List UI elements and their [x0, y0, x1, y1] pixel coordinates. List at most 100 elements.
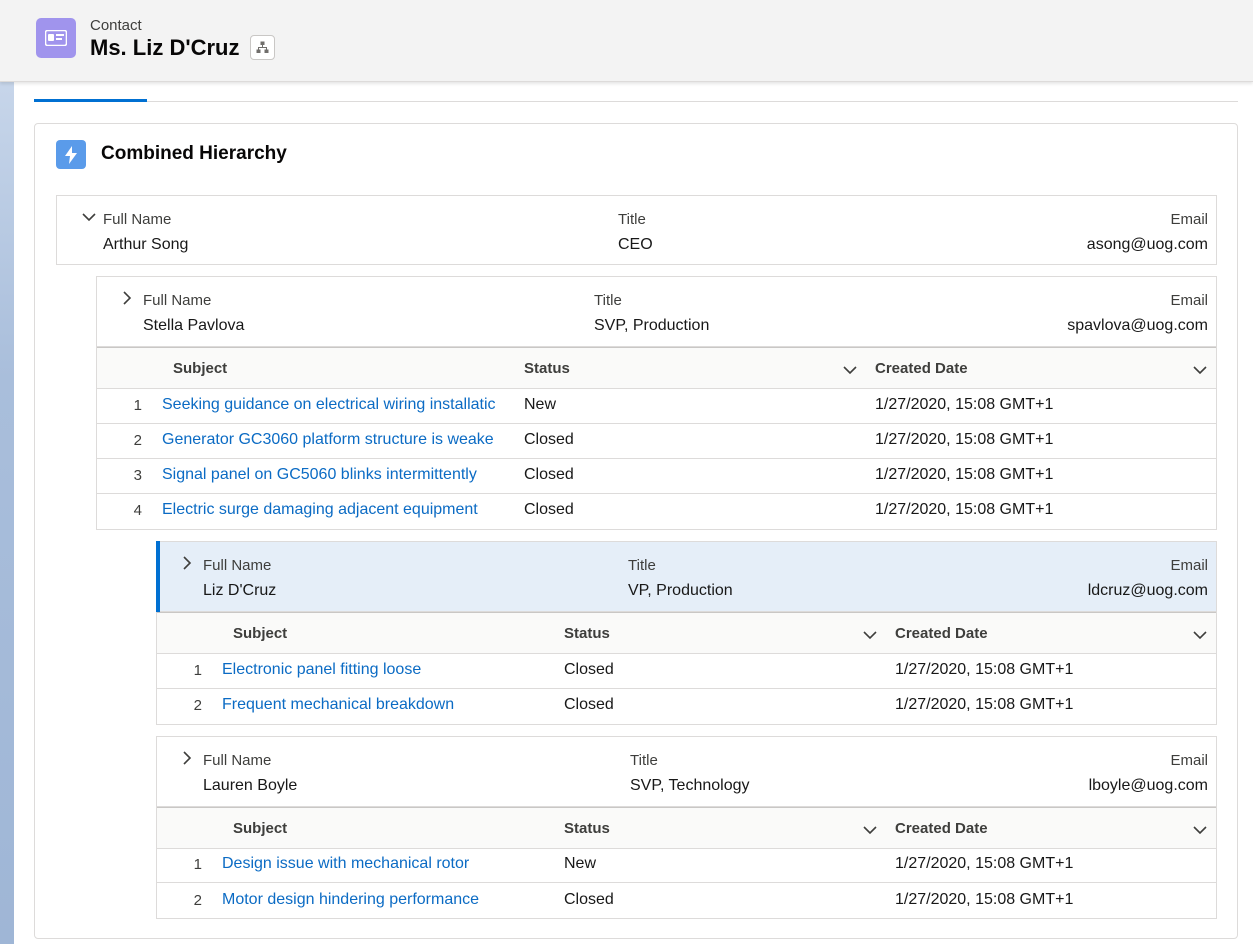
row-number: 1	[193, 662, 202, 679]
case-status: Closed	[524, 466, 574, 483]
table-row: 2 Frequent mechanical breakdown Closed 1…	[157, 689, 1216, 724]
row-number: 4	[133, 502, 142, 519]
lightning-icon	[56, 140, 86, 169]
hierarchy-icon	[256, 41, 269, 53]
chevron-down-icon[interactable]	[81, 209, 97, 225]
contact-card-icon	[36, 18, 76, 58]
email-label: Email	[1170, 557, 1208, 574]
email-label: Email	[1170, 752, 1208, 769]
full-name-value: Stella Pavlova	[143, 317, 245, 334]
hierarchy-node-liz-dcruz[interactable]: Full Name Liz D'Cruz Title VP, Productio…	[156, 541, 1217, 612]
case-created-date: 1/27/2020, 15:08 GMT+1	[875, 431, 1054, 448]
email-value: asong@uog.com	[1086, 236, 1208, 253]
case-created-date: 1/27/2020, 15:08 GMT+1	[875, 396, 1054, 413]
background-strip	[0, 0, 14, 944]
hierarchy-node-lauren-boyle[interactable]: Full Name Lauren Boyle Title SVP, Techno…	[156, 736, 1217, 807]
record-name: Ms. Liz D'Cruz	[90, 35, 240, 60]
view-hierarchy-button[interactable]	[250, 35, 275, 60]
email-value: spavlova@uog.com	[1067, 317, 1208, 334]
title-label: Title	[630, 752, 658, 769]
column-header-created-date[interactable]: Created Date	[895, 625, 988, 642]
cases-grid-liz-dcruz: Subject Status Created Date 1 Electronic…	[156, 612, 1217, 725]
case-status: Closed	[564, 891, 614, 908]
tab-active-indicator[interactable]	[34, 99, 147, 102]
column-header-created-date[interactable]: Created Date	[895, 820, 988, 837]
full-name-label: Full Name	[143, 292, 212, 309]
table-row: 4 Electric surge damaging adjacent equip…	[97, 494, 1216, 529]
case-created-date: 1/27/2020, 15:08 GMT+1	[875, 501, 1054, 518]
object-type-label: Contact	[90, 17, 142, 34]
case-status: New	[564, 855, 597, 872]
case-subject-link[interactable]: Design issue with mechanical rotor	[222, 855, 552, 873]
title-value: CEO	[618, 236, 653, 253]
email-label: Email	[1170, 292, 1208, 309]
hierarchy-node-stella-pavlova[interactable]: Full Name Stella Pavlova Title SVP, Prod…	[96, 276, 1217, 347]
table-row: 1 Electronic panel fitting loose Closed …	[157, 654, 1216, 689]
table-row: 3 Signal panel on GC5060 blinks intermit…	[97, 459, 1216, 494]
record-header: Contact Ms. Liz D'Cruz	[0, 0, 1253, 82]
case-created-date: 1/27/2020, 15:08 GMT+1	[895, 855, 1074, 872]
case-subject-link[interactable]: Motor design hindering performance	[222, 891, 552, 909]
email-value: ldcruz@uog.com	[1087, 582, 1208, 599]
full-name-label: Full Name	[203, 752, 272, 769]
case-subject-link[interactable]: Electronic panel fitting loose	[222, 661, 552, 679]
column-header-status[interactable]: Status	[564, 820, 610, 837]
case-created-date: 1/27/2020, 15:08 GMT+1	[895, 661, 1074, 678]
row-number: 2	[193, 697, 202, 714]
title-value: SVP, Production	[594, 317, 710, 334]
email-label: Email	[1170, 211, 1208, 228]
case-created-date: 1/27/2020, 15:08 GMT+1	[875, 466, 1054, 483]
grid-header: Subject Status Created Date	[157, 807, 1216, 849]
selected-indicator	[156, 541, 160, 612]
column-header-subject[interactable]: Subject	[233, 625, 287, 642]
title-value: SVP, Technology	[630, 777, 750, 794]
case-created-date: 1/27/2020, 15:08 GMT+1	[895, 891, 1074, 908]
row-number: 1	[193, 856, 202, 873]
case-status: Closed	[564, 661, 614, 678]
row-number: 3	[133, 467, 142, 484]
column-header-subject[interactable]: Subject	[173, 360, 227, 377]
case-status: Closed	[524, 431, 574, 448]
case-status: Closed	[564, 696, 614, 713]
full-name-value: Lauren Boyle	[203, 777, 298, 794]
column-header-subject[interactable]: Subject	[233, 820, 287, 837]
hierarchy-node-arthur-song[interactable]: Full Name Arthur Song Title CEO Email as…	[56, 195, 1217, 265]
full-name-value: Arthur Song	[103, 236, 189, 253]
chevron-down-icon[interactable]	[862, 822, 878, 838]
email-value: lboyle@uog.com	[1088, 777, 1208, 794]
chevron-right-icon[interactable]	[119, 290, 135, 306]
chevron-down-icon[interactable]	[1192, 362, 1208, 378]
table-row: 2 Generator GC3060 platform structure is…	[97, 424, 1216, 459]
case-subject-link[interactable]: Signal panel on GC5060 blinks intermitte…	[162, 466, 514, 484]
column-header-status[interactable]: Status	[564, 625, 610, 642]
row-number: 2	[133, 432, 142, 449]
tab-bar	[34, 101, 1238, 102]
title-label: Title	[628, 557, 656, 574]
full-name-label: Full Name	[103, 211, 172, 228]
chevron-down-icon[interactable]	[1192, 627, 1208, 643]
case-subject-link[interactable]: Electric surge damaging adjacent equipme…	[162, 501, 514, 519]
case-status: New	[524, 396, 557, 413]
full-name-label: Full Name	[203, 557, 272, 574]
chevron-down-icon[interactable]	[1192, 822, 1208, 838]
cases-grid-stella-pavlova: Subject Status Created Date 1 Seeking gu…	[96, 347, 1217, 530]
title-label: Title	[618, 211, 646, 228]
case-subject-link[interactable]: Seeking guidance on electrical wiring in…	[162, 396, 514, 414]
title-value: VP, Production	[628, 582, 733, 599]
table-row: 1 Seeking guidance on electrical wiring …	[97, 389, 1216, 424]
chevron-down-icon[interactable]	[862, 627, 878, 643]
chevron-down-icon[interactable]	[842, 362, 858, 378]
case-subject-link[interactable]: Generator GC3060 platform structure is w…	[162, 431, 514, 449]
title-label: Title	[594, 292, 622, 309]
case-created-date: 1/27/2020, 15:08 GMT+1	[895, 696, 1074, 713]
table-row: 2 Motor design hindering performance Clo…	[157, 884, 1216, 919]
chevron-right-icon[interactable]	[179, 555, 195, 571]
case-status: Closed	[524, 501, 574, 518]
grid-header: Subject Status Created Date	[97, 347, 1216, 389]
row-number: 1	[133, 397, 142, 414]
table-row: 1 Design issue with mechanical rotor New…	[157, 848, 1216, 883]
case-subject-link[interactable]: Frequent mechanical breakdown	[222, 696, 552, 714]
column-header-status[interactable]: Status	[524, 360, 570, 377]
column-header-created-date[interactable]: Created Date	[875, 360, 968, 377]
chevron-right-icon[interactable]	[179, 750, 195, 766]
